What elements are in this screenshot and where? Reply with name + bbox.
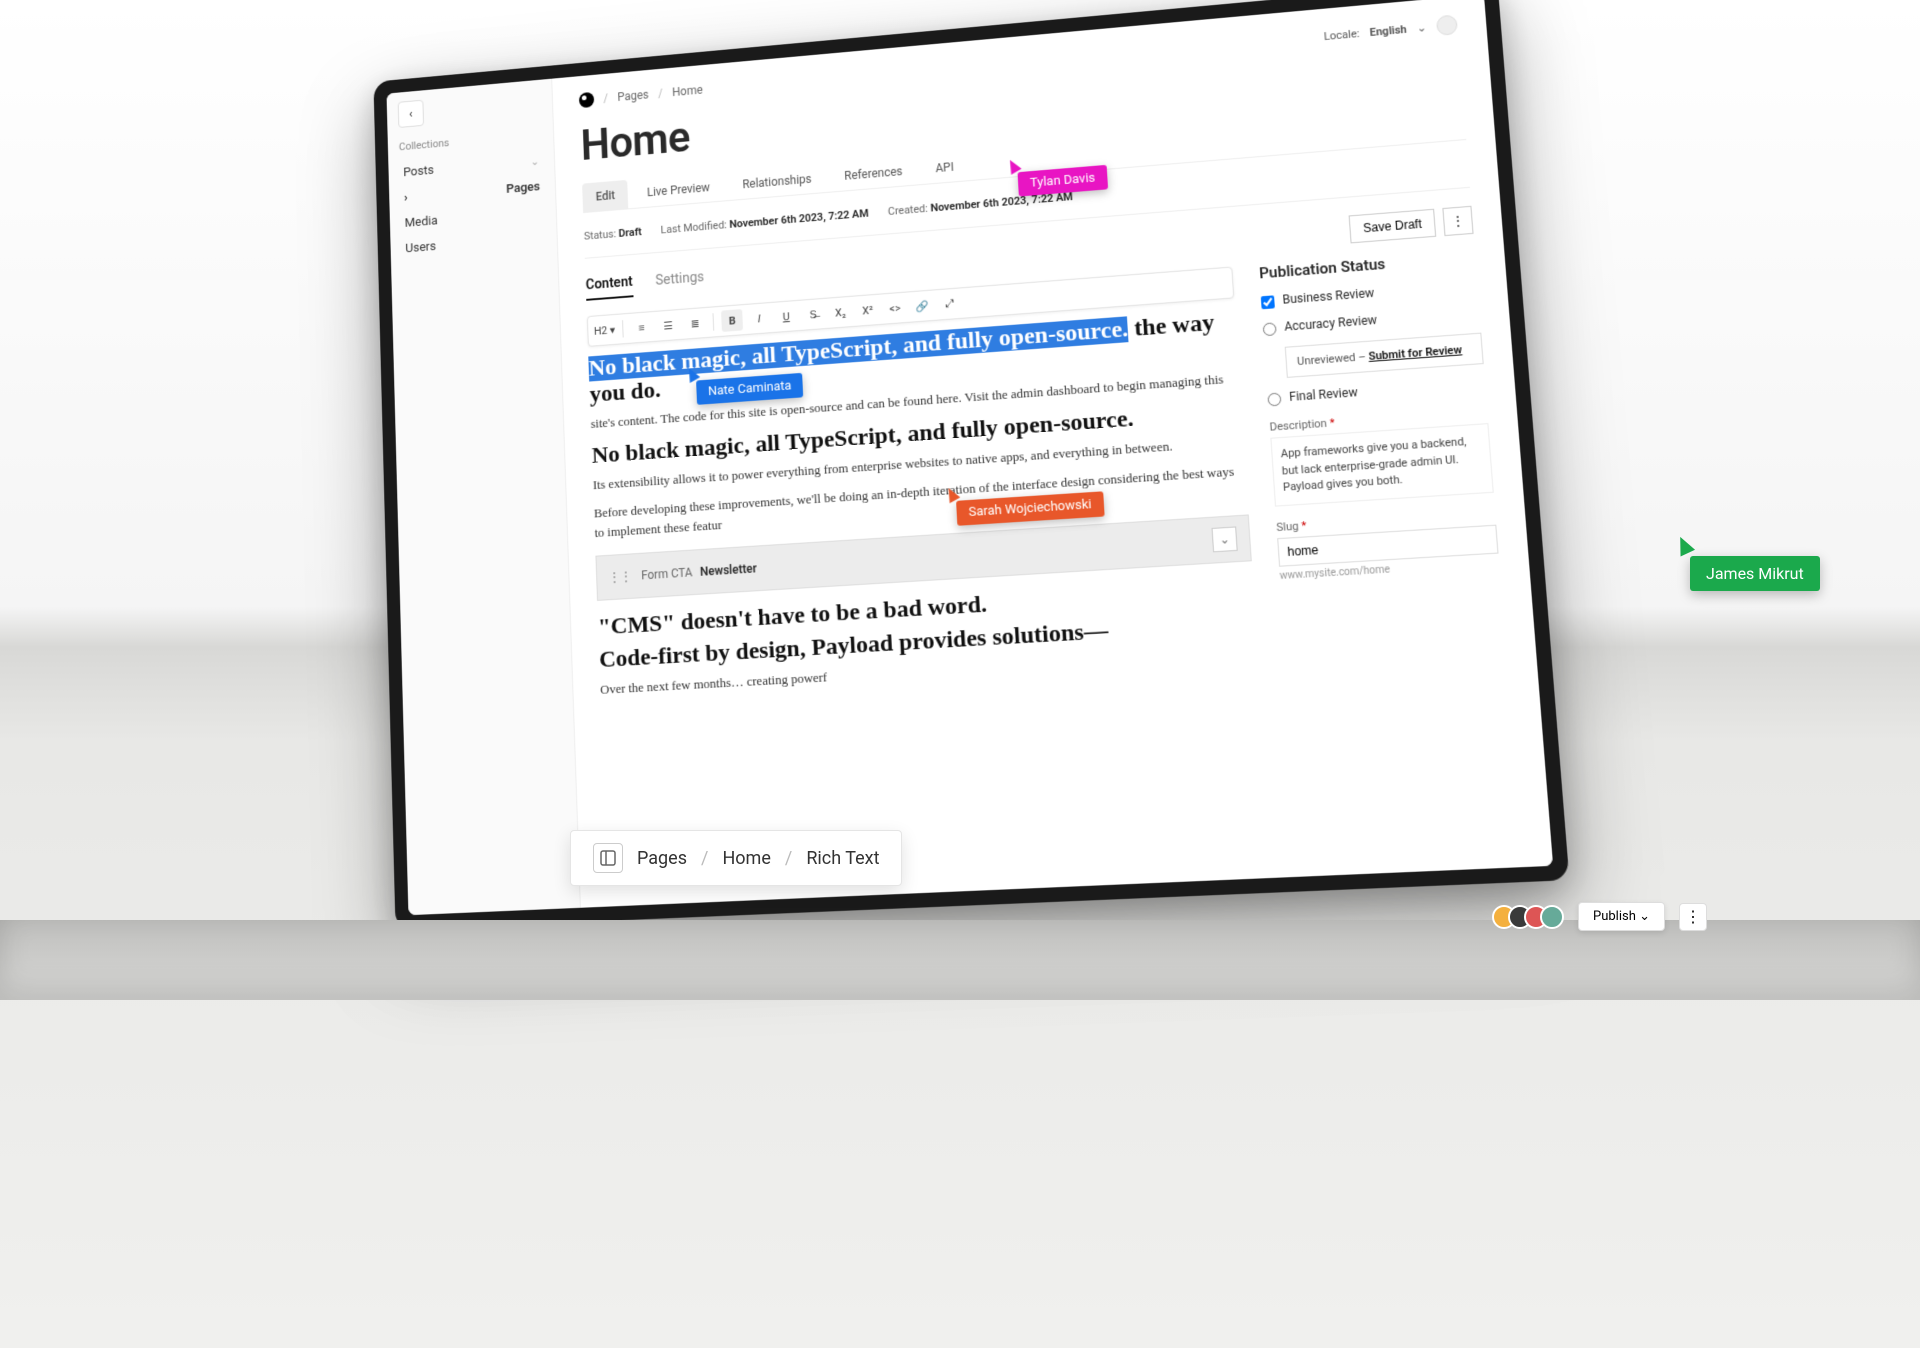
italic-button[interactable]: I	[748, 307, 770, 330]
radio-label: Final Review	[1289, 385, 1358, 404]
link-button[interactable]: 🔗	[911, 294, 934, 317]
tab-api[interactable]: API	[921, 151, 968, 184]
review-status-box: Unreviewed – Submit for Review	[1285, 333, 1484, 378]
checkbox-input[interactable]	[1261, 295, 1275, 309]
chevron-down-icon[interactable]: ⌄	[1212, 526, 1238, 552]
breadcrumb-separator: /	[701, 848, 708, 869]
heading-dropdown[interactable]: H2 ▾	[594, 319, 616, 342]
sidebar-right: Publication Status Business Review Accur…	[1259, 248, 1507, 672]
block-type-label: Form CTA	[641, 565, 693, 582]
chevron-left-icon: ‹	[409, 107, 413, 121]
panel-icon[interactable]	[593, 843, 623, 873]
sub-tab-settings[interactable]: Settings	[655, 269, 705, 294]
kebab-icon: ⋮	[1451, 213, 1466, 229]
sidebar-toggle-icon	[600, 850, 616, 866]
tab-live-preview[interactable]: Live Preview	[633, 172, 724, 208]
underline-button[interactable]: U	[775, 305, 797, 328]
final-review-radio[interactable]: Final Review	[1267, 376, 1486, 406]
kebab-icon: ⋮	[1685, 907, 1701, 926]
subscript-button[interactable]: X₂	[829, 301, 851, 324]
main-content: Locale: English ⌄ / Pages / Home Home Ed…	[552, 0, 1553, 908]
avatar-stack[interactable]	[1500, 905, 1564, 929]
chevron-down-icon: ⌄	[1639, 909, 1650, 924]
locale-value[interactable]: English	[1369, 22, 1407, 38]
back-button[interactable]: ‹	[398, 100, 424, 128]
breadcrumb-separator: /	[785, 848, 792, 869]
breadcrumb-item[interactable]: Home	[672, 83, 703, 99]
floating-breadcrumb: Pages / Home / Rich Text	[570, 830, 902, 886]
logo-icon[interactable]	[579, 92, 594, 108]
breadcrumb-item[interactable]: Rich Text	[806, 848, 879, 869]
more-actions-button[interactable]: ⋮	[1442, 206, 1473, 236]
breadcrumb-separator: /	[603, 92, 608, 106]
sidebar-item-label: Media	[405, 214, 438, 231]
submit-for-review-link[interactable]: Submit for Review	[1368, 343, 1462, 363]
sidebar-item-label: Users	[405, 239, 436, 256]
user-avatar[interactable]	[1436, 14, 1458, 35]
publication-status-heading: Publication Status	[1259, 248, 1476, 283]
sidebar-item-label: Pages	[506, 180, 540, 197]
more-button[interactable]: ⋮	[1679, 903, 1707, 931]
unreviewed-label: Unreviewed –	[1297, 350, 1367, 368]
bold-button[interactable]: B	[721, 309, 743, 332]
chevron-down-icon: ⌄	[530, 155, 539, 168]
list-ol-icon[interactable]: ≣	[684, 312, 706, 335]
last-modified-label: Last Modified:	[660, 219, 727, 237]
accuracy-review-radio[interactable]: Accuracy Review	[1262, 305, 1480, 336]
sidebar: ‹ Collections Posts ⌄ Pages Media Users	[386, 79, 580, 916]
tab-references[interactable]: References	[830, 156, 917, 192]
tab-relationships[interactable]: Relationships	[728, 163, 825, 200]
breadcrumb-item[interactable]: Home	[722, 848, 770, 869]
collab-cursor-james: James Mikrut	[1690, 556, 1820, 591]
header-right: Locale: English ⌄	[1323, 14, 1458, 45]
strikethrough-button[interactable]: S̶	[802, 303, 824, 326]
expand-icon[interactable]: ⤢	[939, 292, 962, 315]
breadcrumb-separator: /	[658, 87, 663, 101]
radio-label: Accuracy Review	[1284, 313, 1378, 334]
breadcrumb-item[interactable]: Pages	[617, 88, 649, 104]
block-name: Newsletter	[700, 561, 757, 578]
code-button[interactable]: <>	[884, 297, 907, 320]
superscript-button[interactable]: X²	[856, 299, 878, 322]
drag-handle-icon[interactable]: ⋮⋮	[608, 569, 631, 584]
status-value: Draft	[618, 225, 642, 239]
locale-label: Locale:	[1323, 27, 1360, 43]
checkbox-label: Business Review	[1282, 286, 1375, 307]
sub-tab-content[interactable]: Content	[585, 274, 633, 301]
avatar	[1540, 905, 1564, 929]
publish-button[interactable]: Publish ⌄	[1578, 902, 1665, 931]
chevron-down-icon: ⌄	[1416, 21, 1426, 35]
list-ul-icon[interactable]: ☰	[657, 314, 679, 337]
save-draft-button[interactable]: Save Draft	[1349, 209, 1436, 244]
sidebar-item-label: Posts	[403, 163, 434, 180]
radio-input[interactable]	[1263, 322, 1277, 336]
description-field[interactable]: App frameworks give you a backend, but l…	[1270, 423, 1493, 506]
tab-edit[interactable]: Edit	[582, 180, 629, 212]
floating-action-bar: Publish ⌄ ⋮	[1500, 902, 1707, 931]
editor-column: H2 ▾ ≡ ☰ ≣ B I U S̶ X₂ X² <>	[587, 267, 1259, 710]
align-left-icon[interactable]: ≡	[631, 316, 653, 339]
desk-surface	[0, 920, 1920, 1000]
last-modified-value: November 6th 2023, 7:22 AM	[729, 207, 869, 231]
radio-input[interactable]	[1267, 392, 1281, 406]
breadcrumb-item[interactable]: Pages	[637, 848, 687, 869]
status-label: Status:	[584, 228, 617, 243]
created-label: Created:	[888, 202, 929, 218]
business-review-checkbox[interactable]: Business Review	[1261, 278, 1479, 309]
